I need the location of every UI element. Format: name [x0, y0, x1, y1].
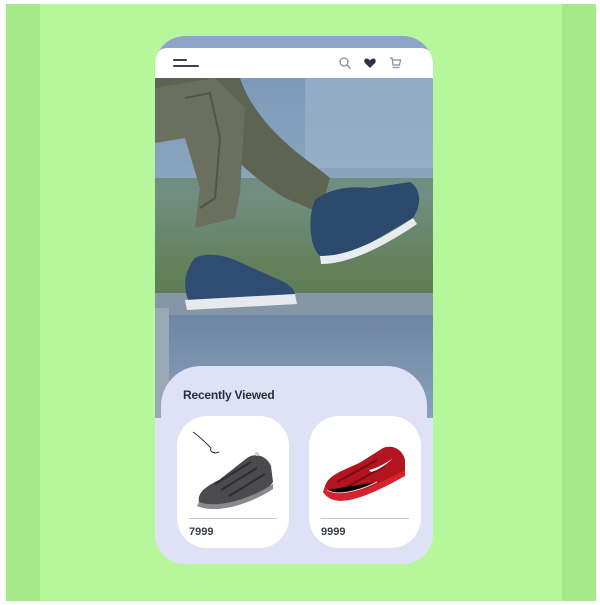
- left-border-band: [6, 4, 40, 601]
- search-icon[interactable]: [338, 56, 352, 70]
- right-border-band: [562, 4, 596, 601]
- canvas-background: Recently Viewed 7999 9999: [6, 4, 596, 601]
- cart-icon[interactable]: [388, 56, 402, 70]
- product-price: 7999: [189, 526, 214, 538]
- product-divider: [321, 518, 409, 519]
- phone-mockup: Recently Viewed 7999 9999: [155, 36, 433, 564]
- recently-viewed-section: Recently Viewed 7999 9999: [161, 366, 427, 564]
- heart-icon[interactable]: [363, 56, 377, 70]
- product-card[interactable]: 9999: [309, 416, 421, 548]
- hamburger-menu-icon[interactable]: [173, 59, 199, 69]
- app-header: [155, 48, 433, 78]
- red-sneaker-image: [323, 446, 405, 501]
- product-card[interactable]: 7999: [177, 416, 289, 548]
- black-sneaker-image: [192, 431, 273, 510]
- product-divider: [189, 518, 277, 519]
- section-title: Recently Viewed: [183, 388, 275, 402]
- product-price: 9999: [321, 526, 346, 538]
